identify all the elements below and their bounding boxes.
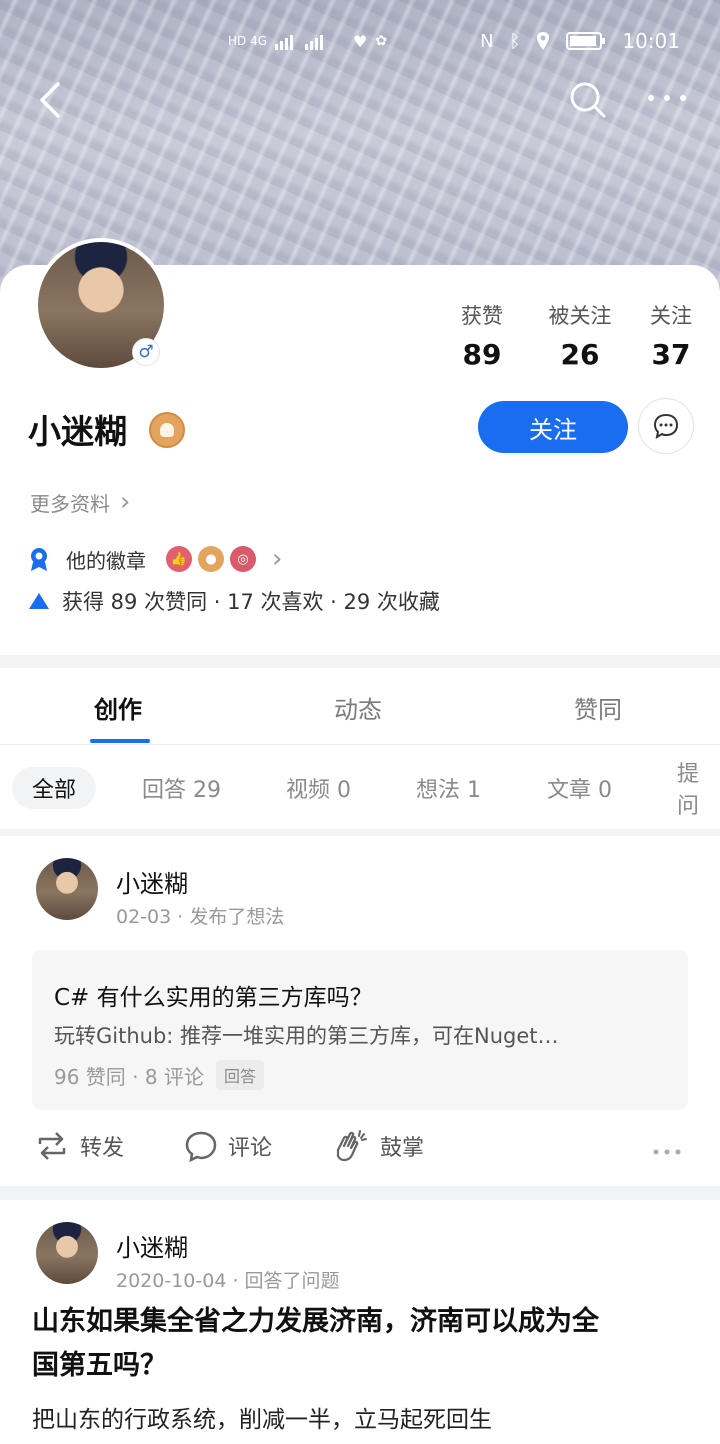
card-more-button[interactable] [652, 1142, 682, 1161]
filter-questions[interactable]: 提问 [677, 762, 720, 819]
content-tabs: 创作 动态 赞同 [0, 668, 720, 745]
repost-label: 转发 [80, 1136, 125, 1161]
post-meta: 2020-10-04 · 回答了问题 [116, 1270, 340, 1292]
user-level-badge-icon[interactable] [149, 412, 185, 448]
filter-thoughts[interactable]: 想法 1 [416, 767, 481, 809]
quoted-title: C# 有什么实用的第三方库吗？ [54, 985, 373, 1011]
avatar[interactable] [36, 858, 98, 920]
feed-card[interactable]: 小迷糊 2020-10-04 · 回答了问题 山东如果集全省之力发展济南，济南可… [0, 1200, 720, 1444]
chevron-right-icon: › [120, 487, 131, 517]
author-name[interactable]: 小迷糊 [116, 1228, 188, 1263]
applaud-button[interactable]: 鼓掌 [330, 1128, 424, 1164]
status-bar-right: N ᛒ 10:01 [480, 26, 680, 56]
stat-value: 37 [651, 338, 691, 371]
status-bar-left: HD 4G ♥ ✿ [228, 26, 387, 56]
more-info-link[interactable]: 更多资料 › [30, 487, 130, 517]
more-icon [653, 1149, 681, 1155]
quoted-excerpt: 玩转Github: 推荐一堆实用的第三方库，可在Nuget… [54, 1024, 559, 1048]
feed-card[interactable]: 小迷糊 02-03 · 发布了想法 C# 有什么实用的第三方库吗？ 玩转Gith… [0, 836, 720, 1186]
badges-row[interactable]: 他的徽章 👍 ● ◎ › [28, 544, 282, 574]
message-button[interactable] [638, 398, 694, 454]
question-title-line: 国第五吗？ [32, 1350, 167, 1381]
triangle-icon [29, 593, 49, 609]
quoted-answer-card[interactable]: C# 有什么实用的第三方库吗？ 玩转Github: 推荐一堆实用的第三方库，可在… [32, 950, 688, 1110]
signal-icon [275, 35, 324, 50]
back-arrow-icon [40, 82, 60, 118]
tab-activity[interactable]: 动态 [334, 690, 382, 725]
repost-icon [38, 1132, 66, 1160]
stat-value: 89 [462, 338, 502, 371]
stat-label: 被关注 [548, 304, 612, 328]
chat-bubble-icon [653, 413, 679, 440]
stat-likes[interactable]: 获赞 89 [452, 300, 512, 371]
comment-button[interactable]: 评论 [184, 1130, 272, 1162]
location-icon [537, 32, 550, 50]
search-icon [570, 82, 606, 118]
achievement-text: 获得 89 次赞同 · 17 次喜欢 · 29 次收藏 [62, 590, 440, 614]
gender-male-icon: ♂ [132, 338, 160, 366]
quoted-stats: 96 赞同 · 8 评论 [54, 1064, 204, 1089]
applaud-label: 鼓掌 [380, 1136, 425, 1161]
bluetooth-icon: ᛒ [509, 30, 521, 52]
active-tab-indicator [90, 739, 150, 743]
user-badge-icon: ● [198, 546, 224, 572]
answer-tag: 回答 [215, 1060, 264, 1090]
stat-label: 关注 [650, 304, 692, 328]
back-button[interactable] [34, 80, 68, 124]
author-name[interactable]: 小迷糊 [116, 864, 188, 899]
tab-upvoted[interactable]: 赞同 [574, 690, 622, 725]
filter-articles[interactable]: 文章 0 [547, 767, 612, 809]
comment-icon [185, 1131, 217, 1162]
stat-followers[interactable]: 被关注 26 [540, 300, 620, 371]
more-icon [648, 95, 686, 101]
clap-icon [336, 1130, 367, 1162]
nfc-icon: N [480, 30, 494, 52]
filter-bar: 全部 回答 29 视频 0 想法 1 文章 0 提问 [0, 745, 720, 829]
battery-icon [566, 32, 606, 50]
tab-creations[interactable]: 创作 [94, 690, 142, 725]
profile-name: 小迷糊 [28, 412, 127, 451]
quoted-meta: 96 赞同 · 8 评论 回答 [54, 1060, 264, 1090]
comment-label: 评论 [228, 1136, 273, 1161]
stat-following[interactable]: 关注 37 [642, 300, 700, 371]
repost-button[interactable]: 转发 [34, 1130, 124, 1162]
follow-button[interactable]: 关注 [478, 401, 628, 453]
stat-value: 26 [560, 338, 600, 371]
filter-answers[interactable]: 回答 29 [142, 767, 221, 809]
badges-label: 他的徽章 [66, 548, 146, 573]
lightbulb-badge-icon: ◎ [230, 546, 256, 572]
stat-label: 获赞 [461, 304, 503, 328]
more-info-label: 更多资料 [30, 491, 110, 516]
search-button[interactable] [568, 80, 608, 124]
status-time: 10:01 [622, 29, 680, 53]
heart-icon: ♥ [353, 31, 368, 51]
avatar[interactable] [36, 1222, 98, 1284]
question-title-line: 山东如果集全省之力发展济南，济南可以成为全 [32, 1306, 599, 1337]
paw-icon: ✿ [375, 33, 388, 49]
filter-all[interactable]: 全部 [12, 767, 97, 809]
thumbs-up-badge-icon: 👍 [166, 546, 192, 572]
filter-videos[interactable]: 视频 0 [286, 767, 351, 809]
achievement-line: 获得 89 次赞同 · 17 次喜欢 · 29 次收藏 [28, 586, 440, 616]
question-title[interactable]: 山东如果集全省之力发展济南，济南可以成为全 国第五吗？ [32, 1300, 692, 1388]
badge-ribbon-icon [31, 548, 47, 571]
post-meta: 02-03 · 发布了想法 [116, 906, 285, 928]
more-options-button[interactable] [644, 88, 690, 112]
network-indicator: HD 4G [228, 34, 268, 48]
chevron-right-icon: › [272, 544, 283, 574]
answer-excerpt[interactable]: 把山东的行政系统，削减一半，立马起死回生 [32, 1400, 492, 1434]
